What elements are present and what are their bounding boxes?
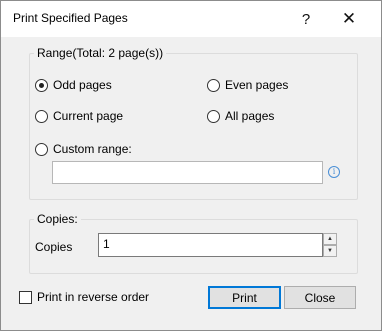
close-icon: ✕ bbox=[341, 9, 357, 28]
custom-range-label: Custom range: bbox=[53, 142, 132, 156]
range-group-label: Range(Total: 2 page(s)) bbox=[34, 46, 167, 60]
even-pages-label: Even pages bbox=[225, 78, 289, 92]
radio-indicator bbox=[207, 78, 220, 92]
odd-pages-radio[interactable]: Odd pages bbox=[35, 78, 112, 92]
copies-input[interactable]: 1 bbox=[98, 233, 323, 257]
reverse-order-checkbox[interactable]: Print in reverse order bbox=[19, 290, 149, 304]
copies-decrement-button[interactable]: ▼ bbox=[323, 245, 337, 257]
close-button[interactable]: Close bbox=[284, 286, 356, 309]
arrow-down-icon: ▼ bbox=[327, 248, 333, 254]
copies-label: Copies bbox=[35, 240, 73, 254]
reverse-order-label: Print in reverse order bbox=[37, 290, 150, 304]
title-bar: Print Specified Pages ? ✕ bbox=[1, 1, 381, 37]
radio-indicator bbox=[35, 78, 48, 92]
even-pages-radio[interactable]: Even pages bbox=[207, 78, 288, 92]
current-page-radio[interactable]: Current page bbox=[35, 109, 123, 123]
window-title: Print Specified Pages bbox=[13, 11, 128, 25]
window-close-button[interactable]: ✕ bbox=[331, 1, 367, 37]
info-icon[interactable]: i bbox=[328, 166, 340, 178]
all-pages-radio[interactable]: All pages bbox=[207, 109, 274, 123]
custom-range-input[interactable] bbox=[52, 161, 323, 184]
checkbox-indicator bbox=[19, 290, 32, 304]
all-pages-label: All pages bbox=[225, 109, 275, 123]
custom-range-radio[interactable]: Custom range: bbox=[35, 142, 132, 156]
print-button[interactable]: Print bbox=[208, 286, 281, 309]
arrow-up-icon: ▲ bbox=[327, 236, 333, 242]
help-button[interactable]: ? bbox=[288, 1, 324, 37]
help-icon: ? bbox=[301, 10, 311, 28]
copies-spinner: ▲ ▼ bbox=[323, 233, 337, 257]
odd-pages-label: Odd pages bbox=[53, 78, 112, 92]
current-page-label: Current page bbox=[53, 109, 124, 123]
radio-indicator bbox=[35, 109, 48, 123]
copies-group-label: Copies: bbox=[34, 212, 81, 226]
radio-indicator bbox=[35, 142, 48, 156]
radio-indicator bbox=[207, 109, 220, 123]
copies-increment-button[interactable]: ▲ bbox=[323, 233, 337, 245]
